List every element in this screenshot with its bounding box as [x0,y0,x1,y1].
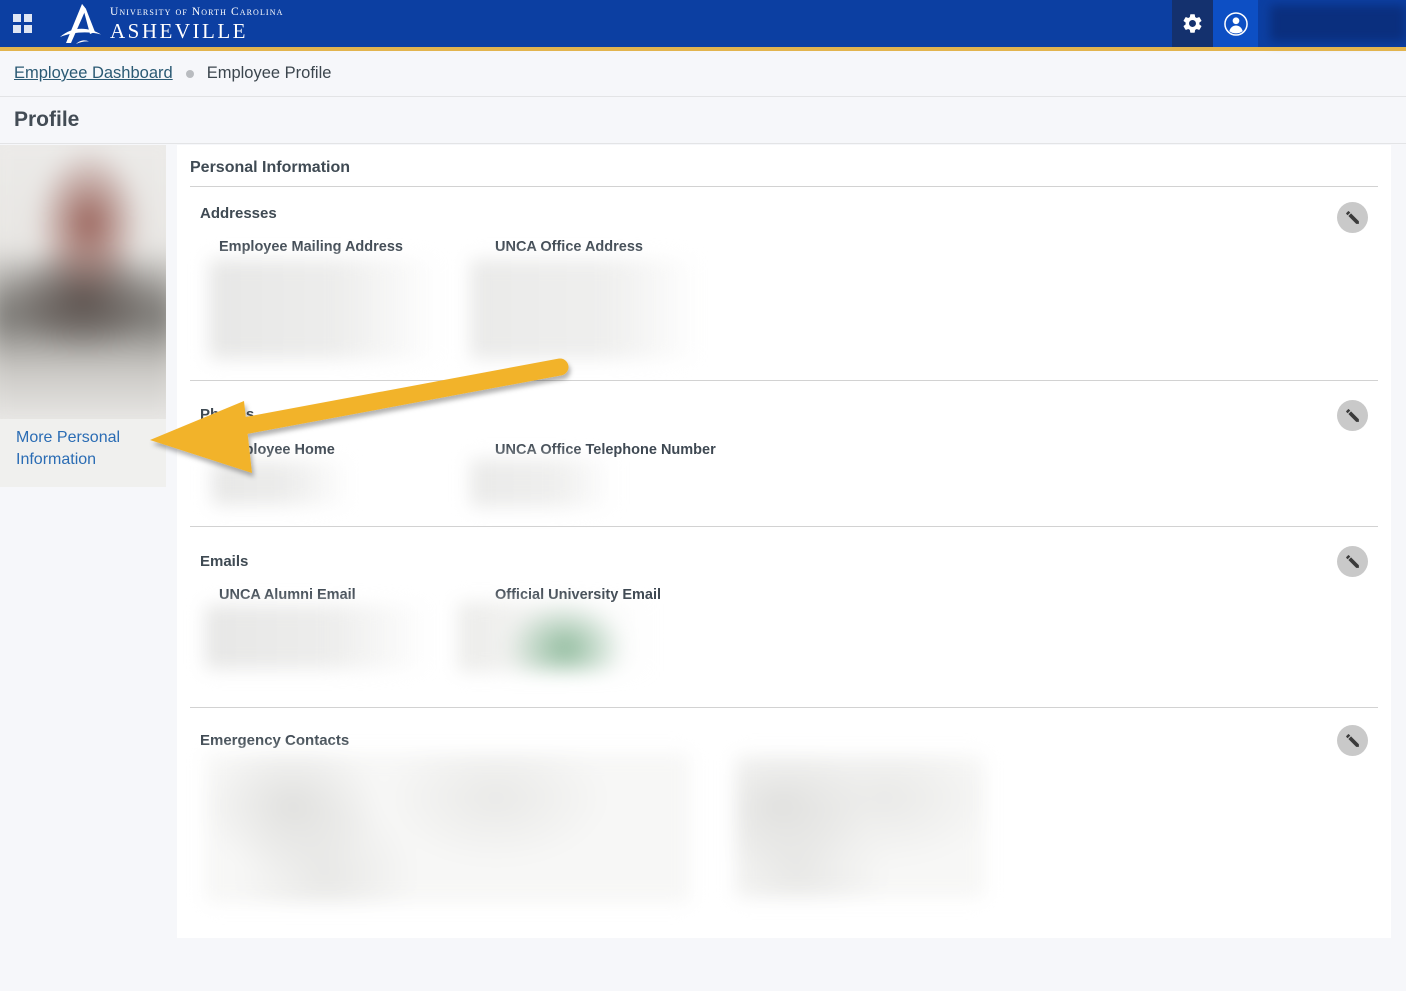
pencil-icon [1344,732,1361,749]
personal-information-card: Personal Information Addresses Employee … [177,145,1391,938]
divider [190,380,1378,381]
user-name-redacted[interactable] [1270,5,1406,42]
section-title-addresses: Addresses [200,205,277,222]
breadcrumb-separator-dot [186,70,194,78]
edit-addresses-button[interactable] [1337,202,1368,233]
breadcrumb-link-employee-dashboard[interactable]: Employee Dashboard [14,64,173,83]
edit-phones-button[interactable] [1337,400,1368,431]
edit-emergency-contacts-button[interactable] [1337,725,1368,756]
field-label-unca-office-address: UNCA Office Address [495,239,643,255]
topbar-right-actions [1172,0,1406,47]
field-label-unca-office-telephone: UNCA Office Telephone Number [495,442,716,458]
top-navigation-bar: University of North Carolina ASHEVILLE [0,0,1406,47]
unca-logo[interactable]: University of North Carolina ASHEVILLE [58,3,283,45]
page-title-row: Profile [0,97,1406,144]
apps-grid-glyph [13,14,32,33]
person-icon [1223,11,1249,37]
field-label-employee-mailing-address: Employee Mailing Address [219,239,403,255]
logo-line1: University of North Carolina [110,7,283,19]
pencil-icon [1344,407,1361,424]
breadcrumb: Employee Dashboard Employee Profile [0,51,1406,97]
divider [190,526,1378,527]
redacted-value [470,459,615,507]
field-label-employee-home: Employee Home [222,442,335,458]
section-title-emails: Emails [200,553,248,570]
redacted-value [209,259,441,359]
redacted-value [205,753,690,903]
more-personal-information-box: More Personal Information [0,419,166,487]
logo-line2: ASHEVILLE [110,21,283,42]
unca-logo-text: University of North Carolina ASHEVILLE [110,7,283,45]
divider [190,707,1378,708]
section-title-emergency-contacts: Emergency Contacts [200,732,349,749]
edit-emails-button[interactable] [1337,546,1368,577]
apps-grid-icon[interactable] [0,0,44,47]
redacted-value [735,755,985,898]
unca-logo-a-mark [58,3,104,45]
pencil-icon [1344,553,1361,570]
section-title-phones: Phones [200,406,254,423]
divider [190,186,1378,187]
employee-photo-redacted [0,145,166,421]
redacted-value [470,259,700,359]
employee-photo-blur [0,145,166,421]
field-label-unca-alumni-email: UNCA Alumni Email [219,587,356,603]
redacted-value [458,602,653,672]
redacted-value [212,461,352,505]
card-title: Personal Information [190,159,350,177]
redacted-value [205,605,430,669]
breadcrumb-current-employee-profile: Employee Profile [207,64,332,83]
field-label-official-university-email: Official University Email [495,587,661,603]
gear-icon [1181,12,1204,35]
pencil-icon [1344,209,1361,226]
settings-button[interactable] [1172,0,1213,47]
more-personal-information-link[interactable]: More Personal Information [16,429,120,468]
profile-menu-button[interactable] [1213,0,1258,47]
page-title: Profile [14,108,79,132]
